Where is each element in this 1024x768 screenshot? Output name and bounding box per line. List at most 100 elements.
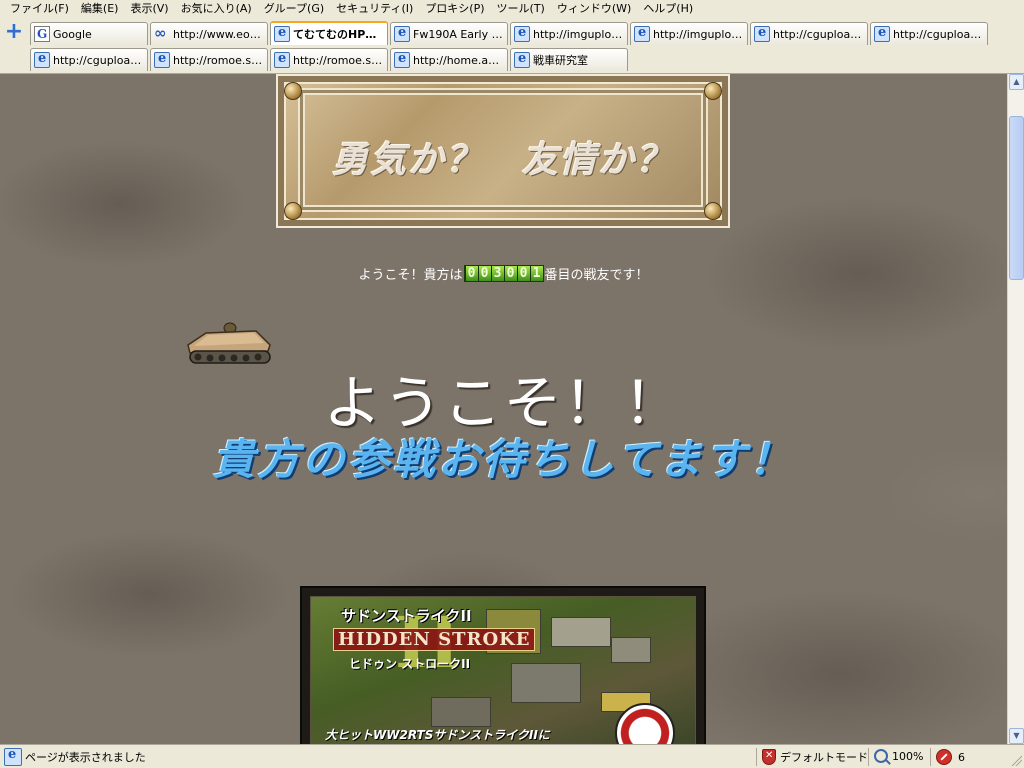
ie-page-icon: [514, 25, 530, 42]
resize-grip-icon[interactable]: [1010, 754, 1022, 766]
ie-page-icon: [34, 51, 50, 68]
status-bar: ページが表示されました デフォルトモード 100% 6: [0, 744, 1024, 768]
tab-label: http://romoe.s4...: [293, 53, 383, 67]
visitor-counter-line: ようこそ！貴方は 0 0 3 0 0 1 番目の戦友です！: [0, 264, 1007, 283]
tab-cgupload-2[interactable]: http://cgupload...: [870, 22, 988, 45]
zoom-control[interactable]: 100%: [874, 749, 923, 763]
tab-imgupload-1[interactable]: http://imgupload...: [510, 22, 628, 45]
visitor-counter: 003001: [463, 265, 544, 282]
menu-edit[interactable]: 編集(E): [75, 0, 125, 18]
tab-google[interactable]: Google: [30, 22, 148, 45]
new-tab-plus-icon[interactable]: +: [4, 21, 24, 43]
banner-title: 勇気か？ 友情か？: [331, 140, 674, 181]
tab-romoe-1[interactable]: http://romoe.s4...: [150, 48, 268, 71]
menu-security[interactable]: セキュリティ(I): [330, 0, 419, 18]
popup-blocker[interactable]: 6: [936, 749, 965, 765]
menu-proxy[interactable]: プロキシ(P): [419, 0, 490, 18]
game-subtitle-jp: ヒドゥン ストロークII: [349, 657, 471, 671]
menu-file[interactable]: ファイル(F): [4, 0, 75, 18]
status-divider: [756, 748, 757, 766]
tab-label: Google: [53, 27, 92, 41]
security-mode-label: デフォルトモード: [780, 751, 868, 764]
game-scene: II サドンストライクII HIDDEN STROKE ヒドゥン ストロークII…: [310, 596, 696, 744]
tab-label: http://imgupload...: [653, 27, 743, 41]
menu-window[interactable]: ウィンドウ(W): [551, 0, 637, 18]
menu-help[interactable]: ヘルプ(H): [637, 0, 699, 18]
ie-page-icon: [394, 25, 410, 42]
counter-digit: 0: [516, 266, 530, 281]
tab-cgupload-1[interactable]: http://cgupload...: [750, 22, 868, 45]
game-caption: 大ヒットWW2RTSサドンストライクIIに: [325, 728, 550, 742]
invite-heading: 貴方の参戦お待ちしてます！: [212, 435, 795, 484]
status-divider: [868, 748, 869, 766]
tab-cgupload-3[interactable]: http://cgupload...: [30, 48, 148, 71]
tab-fw190a[interactable]: Fw190A Early T...: [390, 22, 508, 45]
vertical-scrollbar[interactable]: ▲ ▼: [1007, 74, 1024, 744]
building: [611, 637, 651, 663]
menu-bar: ファイル(F) 編集(E) 表示(V) お気に入り(A) グループ(G) セキュ…: [0, 0, 1024, 18]
tab-eone[interactable]: http://www.eone...: [150, 22, 268, 45]
counter-digit: 1: [529, 266, 543, 281]
zoom-level: 100%: [892, 749, 924, 763]
ie-page-icon: [274, 25, 290, 42]
scroll-down-arrow-icon[interactable]: ▼: [1009, 728, 1024, 744]
status-text: ページが表示されました: [25, 750, 146, 764]
google-icon: [34, 26, 50, 42]
tab-label: 戦車研究室: [533, 54, 588, 67]
tab-label: http://cgupload...: [893, 27, 983, 41]
menu-group[interactable]: グループ(G): [258, 0, 330, 18]
ie-page-icon: [514, 51, 530, 68]
tab-romoe-2[interactable]: http://romoe.s4...: [270, 48, 388, 71]
counter-digit: 3: [490, 266, 504, 281]
rivet-icon: [704, 82, 722, 100]
scroll-up-arrow-icon[interactable]: ▲: [1009, 74, 1024, 90]
shield-icon: [762, 749, 776, 765]
menu-tools[interactable]: ツール(T): [491, 0, 551, 18]
security-mode[interactable]: デフォルトモード: [762, 749, 868, 765]
tab-label: http://romoe.s4...: [173, 53, 263, 67]
tab-label: http://www.eone...: [173, 27, 263, 41]
ie-page-icon: [274, 51, 290, 68]
page-done-icon: [4, 747, 22, 766]
popup-blocked-count: 6: [958, 750, 965, 764]
scroll-thumb[interactable]: [1009, 116, 1024, 280]
tab-strip: + Google http://www.eone... てむてむのHPです...…: [0, 18, 1024, 74]
ie-page-icon: [154, 51, 170, 68]
tab-label: http://home.att.n...: [413, 53, 503, 67]
ie-page-icon: [634, 25, 650, 42]
game-title-jp: サドンストライクII: [341, 607, 472, 625]
tab-home-att[interactable]: http://home.att.n...: [390, 48, 508, 71]
status-divider: [930, 748, 931, 766]
rivet-icon: [704, 202, 722, 220]
loop-icon: [154, 24, 170, 42]
tab-label: Fw190A Early T...: [413, 27, 503, 41]
counter-digit: 0: [477, 266, 491, 281]
tab-imgupload-2[interactable]: http://imgupload...: [630, 22, 748, 45]
ie-page-icon: [754, 25, 770, 42]
game-title-en: HIDDEN STROKE: [333, 628, 536, 651]
tab-temutemu-active[interactable]: てむてむのHPです...: [270, 21, 388, 45]
tab-label: てむてむのHPです...: [293, 28, 383, 41]
ie-page-icon: [394, 51, 410, 68]
tab-tank-research[interactable]: 戦車研究室: [510, 48, 628, 71]
counter-digit: 0: [464, 266, 478, 281]
tab-label: http://cgupload...: [53, 53, 143, 67]
counter-prefix: ようこそ！貴方は: [358, 268, 463, 283]
building: [511, 663, 581, 703]
zoom-magnifier-icon: [874, 749, 888, 763]
menu-favorites[interactable]: お気に入り(A): [175, 0, 258, 18]
building: [431, 697, 491, 727]
counter-suffix: 番目の戦友です！: [544, 268, 649, 283]
game-box-art[interactable]: II サドンストライクII HIDDEN STROKE ヒドゥン ストロークII…: [300, 586, 706, 744]
banner-plaque: 勇気か？ 友情か？: [276, 74, 730, 228]
page-viewport: 勇気か？ 友情か？ ようこそ！貴方は 0 0 3 0 0 1 番目の戦友です！ ようこそ！！ …: [0, 74, 1007, 744]
building: [551, 617, 611, 647]
popup-blocked-icon: [936, 749, 952, 765]
tab-label: http://cgupload...: [773, 27, 863, 41]
menu-view[interactable]: 表示(V): [124, 0, 174, 18]
tab-label: http://imgupload...: [533, 27, 623, 41]
rivet-icon: [284, 202, 302, 220]
ie-page-icon: [874, 25, 890, 42]
counter-digit: 0: [503, 266, 517, 281]
rivet-icon: [284, 82, 302, 100]
